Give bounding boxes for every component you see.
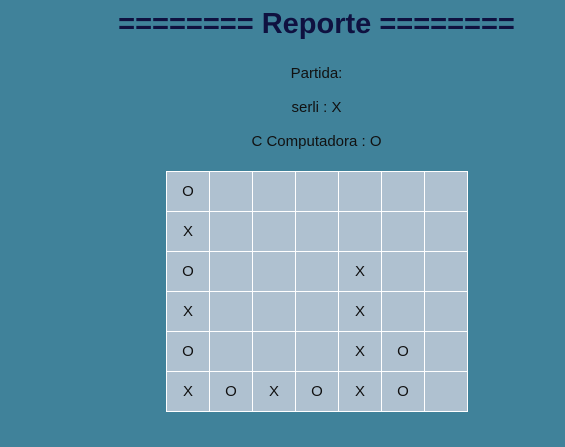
board-cell: O bbox=[166, 171, 210, 212]
board-cell bbox=[424, 171, 468, 212]
board-cell: O bbox=[209, 371, 253, 412]
board-cell bbox=[209, 331, 253, 372]
board-cell bbox=[209, 251, 253, 292]
board-row: OXO bbox=[166, 331, 468, 372]
board-cell bbox=[424, 371, 468, 412]
board-cell bbox=[209, 211, 253, 252]
board-cell: X bbox=[166, 211, 210, 252]
board-cell: O bbox=[381, 371, 425, 412]
board-cell: O bbox=[381, 331, 425, 372]
game-board-body: OXOXXXOXOXOXOXO bbox=[166, 171, 468, 412]
board-cell bbox=[295, 331, 339, 372]
board-cell: X bbox=[338, 291, 382, 332]
board-row: XOXOXO bbox=[166, 371, 468, 412]
computer-line: C Computadora : O bbox=[251, 133, 382, 150]
board-cell bbox=[424, 291, 468, 332]
board-cell bbox=[381, 211, 425, 252]
board-cell: X bbox=[338, 251, 382, 292]
board-cell bbox=[424, 211, 468, 252]
board-cell bbox=[424, 251, 468, 292]
board-cell bbox=[209, 171, 253, 212]
board-cell bbox=[295, 171, 339, 212]
board-cell: O bbox=[295, 371, 339, 412]
board-cell: X bbox=[252, 371, 296, 412]
board-cell bbox=[295, 251, 339, 292]
board-cell bbox=[381, 291, 425, 332]
board-cell bbox=[338, 171, 382, 212]
board-cell bbox=[252, 171, 296, 212]
board-cell bbox=[252, 331, 296, 372]
board-row: XX bbox=[166, 291, 468, 332]
report-title: ======== Reporte ======== bbox=[118, 8, 515, 40]
board-cell bbox=[295, 211, 339, 252]
game-board: OXOXXXOXOXOXOXO bbox=[166, 171, 468, 412]
match-label: Partida: bbox=[290, 65, 343, 82]
board-cell: X bbox=[166, 371, 210, 412]
board-cell bbox=[381, 171, 425, 212]
board-cell: X bbox=[338, 331, 382, 372]
board-cell bbox=[424, 331, 468, 372]
board-cell bbox=[252, 211, 296, 252]
board-cell bbox=[338, 211, 382, 252]
board-cell bbox=[209, 291, 253, 332]
board-row: OX bbox=[166, 251, 468, 292]
board-cell bbox=[295, 291, 339, 332]
board-cell: O bbox=[166, 251, 210, 292]
board-cell bbox=[252, 291, 296, 332]
board-cell bbox=[252, 251, 296, 292]
board-cell: X bbox=[166, 291, 210, 332]
board-row: O bbox=[166, 171, 468, 212]
board-cell bbox=[381, 251, 425, 292]
board-cell: O bbox=[166, 331, 210, 372]
board-row: X bbox=[166, 211, 468, 252]
board-cell: X bbox=[338, 371, 382, 412]
player-line: serli : X bbox=[291, 99, 342, 116]
